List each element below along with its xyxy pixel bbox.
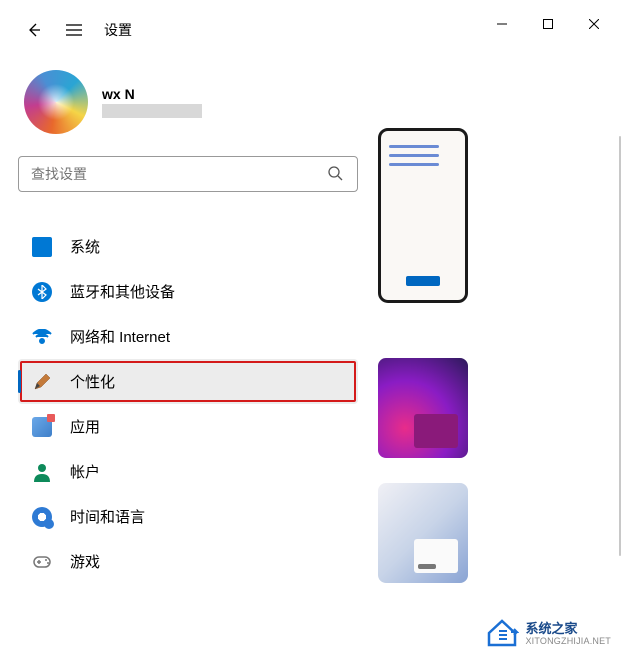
account-icon (32, 462, 52, 482)
search-box[interactable] (18, 156, 358, 192)
nav-list: 系统 蓝牙和其他设备 网络和 Internet 个性化 应用 (18, 224, 358, 584)
nav-item-bluetooth[interactable]: 蓝牙和其他设备 (18, 269, 358, 314)
nav-item-time-language[interactable]: 时间和语言 (18, 494, 358, 539)
desktop-preview (378, 128, 468, 303)
nav-item-network[interactable]: 网络和 Internet (18, 314, 358, 359)
paintbrush-icon (32, 372, 52, 392)
nav-label: 应用 (70, 416, 100, 437)
app-title: 设置 (104, 20, 132, 40)
window-controls (479, 8, 617, 40)
nav-label: 蓝牙和其他设备 (70, 281, 175, 302)
back-button[interactable] (24, 20, 44, 40)
close-button[interactable] (571, 8, 617, 40)
profile-section[interactable]: wx N (18, 70, 358, 134)
nav-label: 时间和语言 (70, 506, 145, 527)
maximize-button[interactable] (525, 8, 571, 40)
sidebar: wx N 系统 蓝牙和其他设备 网络和 Internet (18, 70, 358, 584)
theme-thumbnail[interactable] (378, 483, 468, 583)
nav-label: 个性化 (70, 371, 115, 392)
minimize-button[interactable] (479, 8, 525, 40)
nav-item-accounts[interactable]: 帐户 (18, 449, 358, 494)
apps-icon (32, 417, 52, 437)
search-input[interactable] (31, 166, 327, 182)
gaming-icon (32, 552, 52, 572)
scrollbar[interactable] (619, 136, 621, 556)
header: 设置 (24, 20, 132, 40)
preview-button (406, 276, 440, 286)
nav-item-gaming[interactable]: 游戏 (18, 539, 358, 584)
avatar (24, 70, 88, 134)
nav-label: 游戏 (70, 551, 100, 572)
system-icon (32, 237, 52, 257)
nav-label: 系统 (70, 236, 100, 257)
watermark-text: 系统之家 XITONGZHIJIA.NET (525, 622, 611, 646)
bluetooth-icon (32, 282, 52, 302)
profile-text: wx N (102, 86, 202, 118)
theme-thumbnail[interactable] (378, 358, 468, 458)
profile-name: wx N (102, 86, 202, 102)
nav-item-personalization[interactable]: 个性化 (18, 359, 358, 404)
preview-line (389, 163, 439, 166)
watermark-icon (485, 617, 519, 652)
watermark: 系统之家 XITONGZHIJIA.NET (485, 617, 611, 652)
time-language-icon (32, 507, 52, 527)
nav-label: 帐户 (70, 461, 100, 482)
nav-label: 网络和 Internet (70, 326, 170, 347)
search-icon (327, 165, 345, 183)
nav-item-apps[interactable]: 应用 (18, 404, 358, 449)
profile-email-redacted (102, 104, 202, 118)
preview-line (389, 154, 439, 157)
wifi-icon (32, 327, 52, 347)
menu-button[interactable] (64, 20, 84, 40)
nav-item-system[interactable]: 系统 (18, 224, 358, 269)
watermark-title: 系统之家 (525, 622, 611, 636)
preview-line (389, 145, 439, 148)
watermark-url: XITONGZHIJIA.NET (525, 637, 611, 647)
content-area (378, 48, 625, 664)
